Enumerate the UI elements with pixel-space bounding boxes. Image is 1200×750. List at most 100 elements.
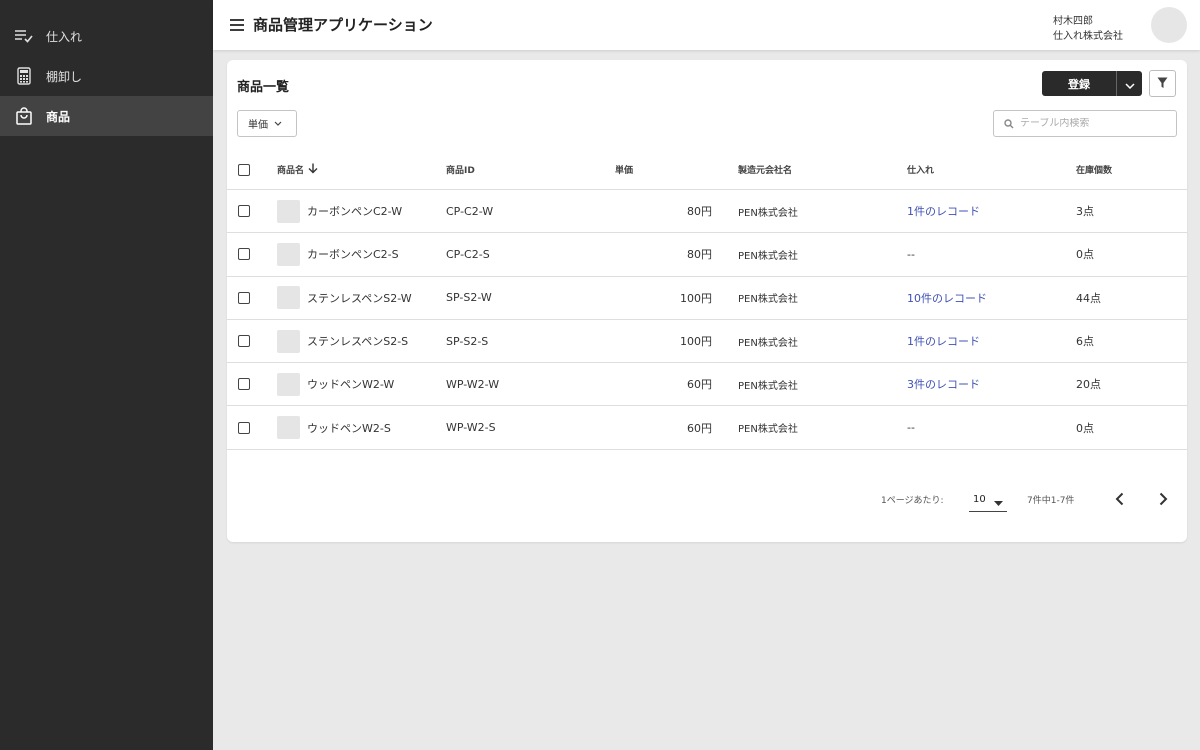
product-name: カーボンペンC2-W: [307, 205, 403, 219]
stock-count: 3点: [1076, 205, 1094, 219]
sidebar-item-products[interactable]: 商品: [0, 96, 213, 136]
column-header-stock[interactable]: 仕入れ: [907, 150, 934, 189]
product-maker: PEN株式会社: [738, 207, 798, 219]
product-name: ウッドペンW2-S: [307, 421, 391, 435]
product-price: 60円: [687, 421, 712, 435]
product-price: 100円: [680, 291, 712, 305]
sidebar-item-purchase[interactable]: 仕入れ: [0, 16, 213, 56]
app-header: 商品管理アプリケーション 村木四郎 仕入れ株式会社: [213, 0, 1200, 50]
column-header-name[interactable]: 商品名: [277, 150, 318, 189]
register-button[interactable]: 登録: [1042, 71, 1116, 96]
product-maker: PEN株式会社: [738, 250, 798, 262]
row-checkbox[interactable]: [238, 421, 250, 434]
page-range-text: 7件中1-7件: [1027, 496, 1075, 506]
table-row[interactable]: カーボンペンC2-W CP-C2-W 80円 PEN株式会社 1件のレコード 3…: [227, 190, 1187, 234]
stock-count: 0点: [1076, 248, 1094, 262]
table-header: 商品名 商品ID 単価 製造元会社名 仕入れ 在庫個数: [227, 150, 1187, 190]
product-name: ステンレスペンS2-W: [307, 291, 412, 305]
table-row[interactable]: ウッドペンW2-W WP-W2-W 60円 PEN株式会社 3件のレコード 20…: [227, 363, 1187, 407]
table-row[interactable]: ウッドペンW2-S WP-W2-S 60円 PEN株式会社 -- 0点: [227, 406, 1187, 450]
row-checkbox[interactable]: [238, 205, 250, 218]
product-thumbnail: [277, 329, 300, 353]
row-checkbox[interactable]: [238, 248, 250, 261]
stock-count: 0点: [1076, 421, 1094, 435]
table-search: [993, 110, 1177, 137]
product-price: 60円: [687, 378, 712, 392]
select-all-checkbox[interactable]: [238, 163, 250, 176]
stock-records-empty: --: [907, 247, 915, 261]
rows-per-page-value: 10: [973, 494, 986, 505]
product-id: SP-S2-S: [446, 334, 489, 348]
sidebar-item-label: 商品: [46, 109, 71, 124]
product-price: 100円: [680, 335, 712, 349]
playlist-check-icon: [14, 26, 34, 46]
product-maker: PEN株式会社: [738, 337, 798, 349]
user-company: 仕入れ株式会社: [1053, 31, 1123, 42]
row-checkbox[interactable]: [238, 378, 250, 391]
price-filter-chip[interactable]: 単価: [237, 110, 297, 137]
arrow-down-icon: [308, 163, 318, 177]
sidebar-item-inventory[interactable]: 棚卸し: [0, 56, 213, 96]
stock-records-link[interactable]: 10件のレコード: [907, 290, 987, 306]
product-id: WP-W2-S: [446, 421, 496, 435]
row-checkbox[interactable]: [238, 291, 250, 304]
product-name: ウッドペンW2-W: [307, 378, 395, 392]
avatar[interactable]: [1151, 7, 1187, 43]
stock-count: 20点: [1076, 378, 1101, 392]
product-name: ステンレスペンS2-S: [307, 335, 409, 349]
filter-icon: [1157, 74, 1168, 93]
column-header-maker[interactable]: 製造元会社名: [738, 150, 792, 189]
page-title: 商品一覧: [237, 80, 290, 95]
previous-page-button[interactable]: [1107, 488, 1131, 512]
product-thumbnail: [277, 372, 300, 396]
product-maker: PEN株式会社: [738, 380, 798, 392]
pagination: 1ページあたり: 10 7件中1-7件: [227, 488, 1187, 512]
rows-per-page-select[interactable]: 10: [969, 488, 1007, 512]
table-row[interactable]: ステンレスペンS2-W SP-S2-W 100円 PEN株式会社 10件のレコー…: [227, 277, 1187, 320]
product-price: 80円: [687, 205, 712, 219]
search-input[interactable]: [1020, 118, 1170, 129]
shopping-bag-icon: [14, 106, 34, 126]
product-id: CP-C2-W: [446, 204, 494, 218]
product-maker: PEN株式会社: [738, 424, 798, 436]
stock-count: 44点: [1076, 291, 1101, 305]
product-thumbnail: [277, 286, 300, 310]
product-id: CP-C2-S: [446, 247, 490, 261]
row-checkbox[interactable]: [238, 335, 250, 348]
calculator-icon: [14, 66, 34, 86]
product-name: カーボンペンC2-S: [307, 248, 399, 262]
stock-records-link[interactable]: 1件のレコード: [907, 333, 980, 349]
product-table: 商品名 商品ID 単価 製造元会社名 仕入れ 在庫個数 カーボンペンC2-W C…: [227, 150, 1187, 450]
column-header-price[interactable]: 単価: [615, 150, 712, 189]
sidebar: 仕入れ 棚卸し 商品: [0, 0, 213, 750]
chevron-down-icon: [1124, 74, 1135, 93]
user-name: 村木四郎: [1053, 16, 1093, 27]
sidebar-item-label: 仕入れ: [46, 29, 83, 44]
stock-records-link[interactable]: 1件のレコード: [907, 203, 980, 219]
column-header-id[interactable]: 商品ID: [446, 150, 475, 189]
stock-count: 6点: [1076, 335, 1094, 349]
product-list-card: 商品一覧 登録 単価 商品名: [227, 60, 1187, 542]
stock-records-empty: --: [907, 421, 915, 435]
next-page-button[interactable]: [1151, 488, 1175, 512]
product-id: WP-W2-W: [446, 377, 500, 391]
filter-button[interactable]: [1149, 70, 1176, 97]
table-row[interactable]: カーボンペンC2-S CP-C2-S 80円 PEN株式会社 -- 0点: [227, 233, 1187, 277]
app-title: 商品管理アプリケーション: [253, 16, 433, 34]
product-thumbnail: [277, 242, 300, 266]
chevron-right-icon: [1159, 491, 1168, 510]
menu-icon[interactable]: [228, 16, 246, 34]
column-header-count[interactable]: 在庫個数: [1076, 150, 1112, 189]
chevron-down-icon: [274, 118, 282, 129]
register-dropdown-button[interactable]: [1116, 71, 1142, 96]
search-icon: [1004, 114, 1014, 133]
product-thumbnail: [277, 416, 300, 440]
chevron-left-icon: [1115, 491, 1124, 510]
stock-records-link[interactable]: 3件のレコード: [907, 376, 980, 392]
caret-down-icon: [994, 498, 1003, 509]
product-id: SP-S2-W: [446, 291, 492, 305]
product-thumbnail: [277, 199, 300, 223]
product-maker: PEN株式会社: [738, 294, 798, 306]
chip-label: 単価: [248, 120, 268, 131]
table-row[interactable]: ステンレスペンS2-S SP-S2-S 100円 PEN株式会社 1件のレコード…: [227, 320, 1187, 364]
